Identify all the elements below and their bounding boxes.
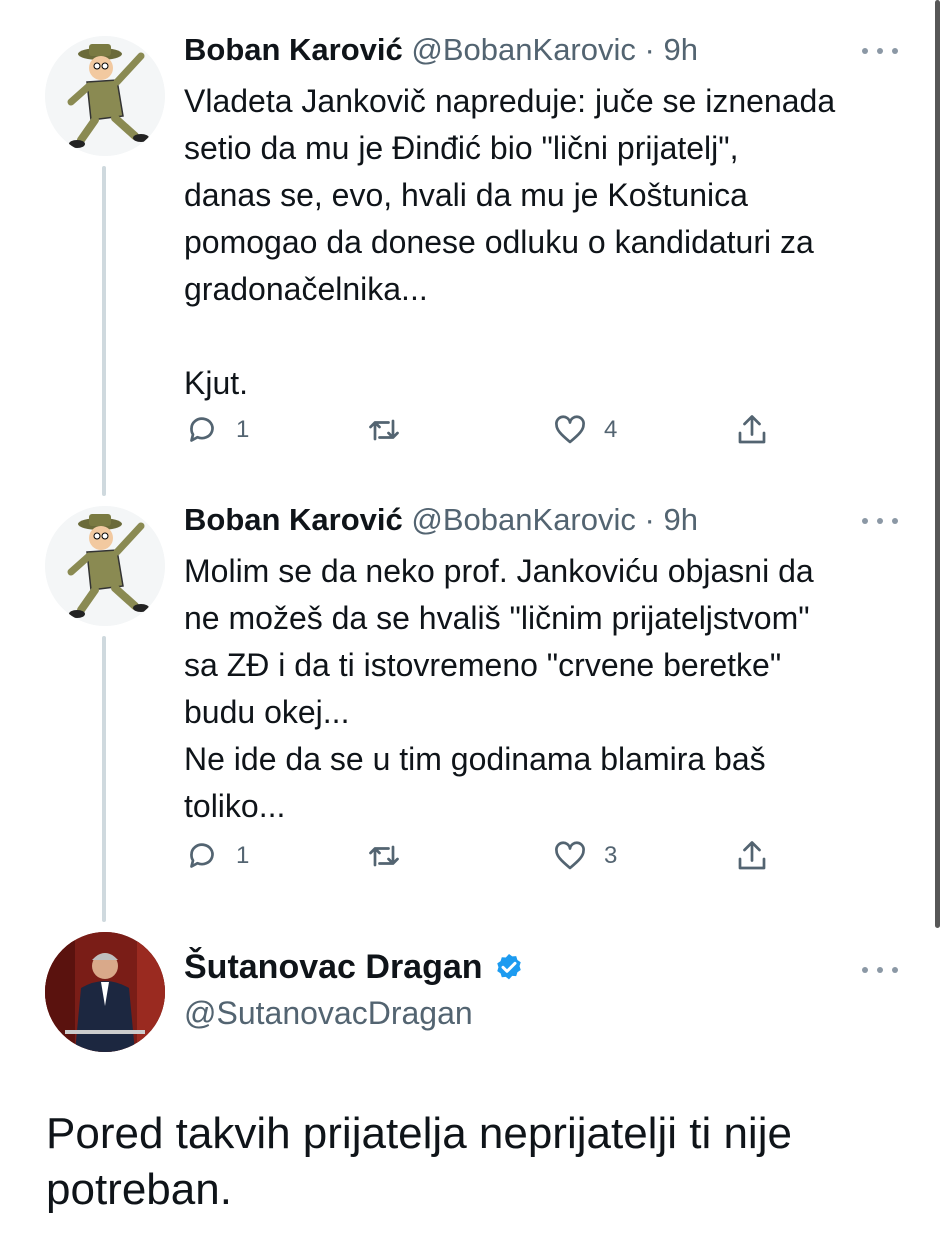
- tweet-actions: 1 3: [184, 834, 784, 878]
- tweet-text: Pored takvih prijatelja neprijatelji ti …: [46, 1109, 792, 1214]
- retweet-button[interactable]: [366, 834, 402, 878]
- more-dots-icon[interactable]: [862, 44, 898, 58]
- timestamp[interactable]: 9h: [663, 32, 697, 67]
- tweet-text: Vladeta Jankovič napreduje: juče se izne…: [184, 83, 836, 401]
- share-button[interactable]: [734, 408, 770, 452]
- author-name-row: Šutanovac Dragan: [184, 948, 525, 987]
- more-dots-icon[interactable]: [862, 963, 898, 977]
- retweet-icon: [369, 419, 399, 441]
- author-name[interactable]: Boban Karović: [184, 502, 403, 537]
- separator: ·: [644, 502, 655, 537]
- reply-bubble-icon: [190, 843, 214, 868]
- share-icon: [738, 415, 766, 444]
- like-count: 4: [604, 416, 618, 443]
- thread-line: [102, 636, 106, 922]
- like-button[interactable]: 3: [552, 834, 617, 878]
- more-dots-icon[interactable]: [862, 514, 898, 528]
- reply-button[interactable]: 1: [184, 408, 249, 452]
- author-handle[interactable]: @BobanKarovic: [411, 32, 635, 67]
- reply-button[interactable]: 1: [184, 834, 249, 878]
- author-name[interactable]: Boban Karović: [184, 32, 403, 67]
- retweet-icon: [369, 845, 399, 867]
- reply-count: 1: [236, 416, 250, 443]
- like-button[interactable]: 4: [552, 408, 617, 452]
- reply-bubble-icon: [190, 417, 214, 442]
- reply-count: 1: [236, 842, 250, 869]
- author-name[interactable]: Šutanovac Dragan: [184, 948, 483, 987]
- tweet-text: Molim se da neko prof. Jankoviću objasni…: [184, 553, 814, 824]
- tweet-actions: 1 4: [184, 408, 784, 452]
- heart-icon: [555, 841, 585, 870]
- tweet-header: Boban Karović @BobanKarovic · 9h: [184, 500, 698, 540]
- scrollbar[interactable]: [935, 0, 940, 928]
- timestamp[interactable]: 9h: [663, 502, 697, 537]
- share-button[interactable]: [734, 834, 770, 878]
- author-handle[interactable]: @SutanovacDragan: [184, 995, 473, 1032]
- retweet-button[interactable]: [366, 408, 402, 452]
- heart-icon: [555, 415, 585, 444]
- avatar[interactable]: [45, 36, 165, 156]
- separator: ·: [644, 32, 655, 67]
- like-count: 3: [604, 842, 618, 869]
- verified-badge-icon: [496, 953, 521, 979]
- thread-line: [102, 166, 106, 496]
- share-icon: [738, 841, 766, 870]
- avatar[interactable]: [45, 506, 165, 626]
- tweet-header: Boban Karović @BobanKarovic · 9h: [184, 30, 698, 70]
- author-handle[interactable]: @BobanKarovic: [411, 502, 635, 537]
- avatar[interactable]: [45, 932, 165, 1052]
